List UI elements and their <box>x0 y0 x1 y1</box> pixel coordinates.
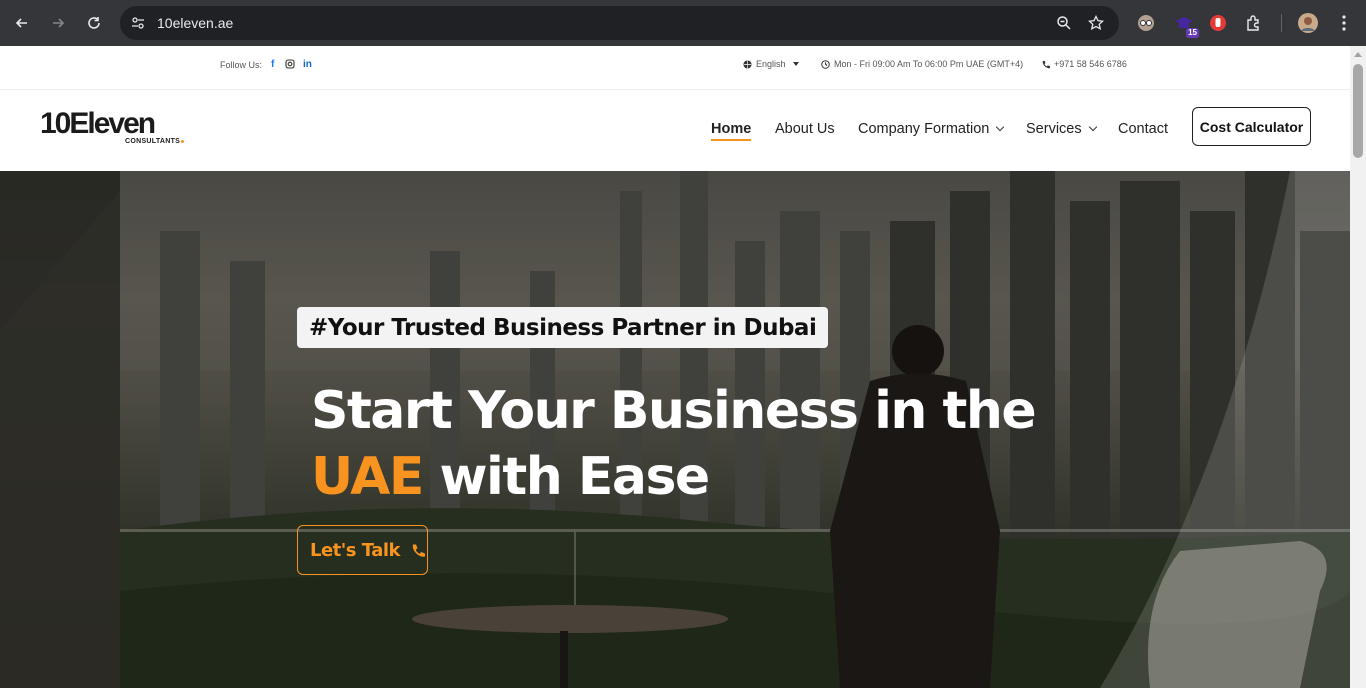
hours-text: Mon - Fri 09:00 Am To 06:00 Pm UAE (GMT+… <box>834 59 1024 69</box>
phone-icon <box>412 544 426 557</box>
url-text[interactable]: 10eleven.ae <box>157 15 233 31</box>
logo-subtitle: CONSULTANTS <box>125 138 185 145</box>
extension-stop-hand-icon[interactable] <box>1207 12 1229 34</box>
profile-avatar[interactable] <box>1297 12 1319 34</box>
info-topbar: Follow Us: f in English Mon - Fri 09:00 … <box>0 46 1350 90</box>
nav-contact-label: Contact <box>1118 121 1168 137</box>
nav-services[interactable]: Services <box>1026 121 1097 137</box>
lets-talk-label: Let's Talk <box>310 539 401 561</box>
headline-highlight: UAE <box>311 447 424 507</box>
nav-company-label: Company Formation <box>858 121 990 137</box>
headline-line-1: Start Your Business in the <box>311 381 1037 441</box>
extensions-puzzle-icon[interactable] <box>1243 12 1265 34</box>
clock-icon <box>821 59 830 69</box>
hero-tagline: #Your Trusted Business Partner in Dubai <box>297 307 829 348</box>
chevron-down-icon <box>792 62 799 66</box>
extension-badge: 15 <box>1186 28 1199 38</box>
hero-headline: Start Your Business in the UAE with Ease <box>311 378 1037 510</box>
facebook-icon[interactable]: f <box>271 59 274 70</box>
active-underline <box>711 139 751 141</box>
site-header: 10Eleven CONSULTANTS Home About Us Compa… <box>0 91 1350 171</box>
nav-contact[interactable]: Contact <box>1118 121 1168 137</box>
nav-home-label: Home <box>711 121 752 137</box>
language-label: English <box>756 59 786 69</box>
instagram-icon[interactable] <box>285 59 295 72</box>
linkedin-icon[interactable]: in <box>303 59 312 70</box>
zoom-icon[interactable] <box>1056 15 1072 31</box>
reload-icon <box>88 17 100 29</box>
site-settings-icon[interactable] <box>130 15 146 31</box>
address-bar[interactable]: 10eleven.ae <box>120 6 1119 40</box>
back-arrow-icon <box>15 18 27 28</box>
browser-toolbar: 10eleven.ae 15 <box>0 0 1366 46</box>
language-selector[interactable]: English <box>743 59 799 69</box>
lets-talk-button[interactable]: Let's Talk <box>297 525 428 575</box>
browser-menu-icon[interactable] <box>1333 12 1355 34</box>
nav-home[interactable]: Home <box>711 121 751 137</box>
business-hours: Mon - Fri 09:00 Am To 06:00 Pm UAE (GMT+… <box>821 59 1023 69</box>
forward-arrow-icon <box>53 18 65 28</box>
nav-about[interactable]: About Us <box>775 121 835 137</box>
scroll-thumb[interactable] <box>1353 64 1363 158</box>
extension-graduation-icon[interactable]: 15 <box>1173 12 1199 38</box>
scroll-up-icon[interactable] <box>1354 52 1362 57</box>
extension-spy-icon[interactable] <box>1135 12 1157 34</box>
globe-icon <box>743 59 752 69</box>
nav-services-label: Services <box>1026 121 1082 137</box>
page-scrollbar[interactable] <box>1350 46 1366 688</box>
headline-line-2: UAE with Ease <box>311 444 1035 510</box>
logo-text: 10Eleven <box>40 107 156 140</box>
toolbar-divider <box>1281 14 1282 32</box>
chevron-down-icon <box>1088 122 1097 132</box>
cost-calculator-button[interactable]: Cost Calculator <box>1192 107 1311 146</box>
forward-button[interactable] <box>46 11 70 35</box>
hero-section: #Your Trusted Business Partner in Dubai … <box>0 171 1350 688</box>
headline-rest: with Ease <box>422 447 710 507</box>
chevron-down-icon <box>996 122 1005 132</box>
follow-us-label: Follow Us: <box>220 60 263 70</box>
phone-number[interactable]: +971 58 546 6786 <box>1041 59 1127 69</box>
back-button[interactable] <box>10 11 34 35</box>
phone-text: +971 58 546 6786 <box>1054 59 1127 69</box>
bookmark-star-icon[interactable] <box>1088 15 1104 31</box>
web-page: Follow Us: f in English Mon - Fri 09:00 … <box>0 46 1350 688</box>
nav-about-label: About Us <box>775 121 835 137</box>
site-logo[interactable]: 10Eleven CONSULTANTS <box>40 107 190 149</box>
phone-icon <box>1042 60 1050 68</box>
reload-button[interactable] <box>82 11 106 35</box>
nav-company-formation[interactable]: Company Formation <box>858 121 1005 137</box>
